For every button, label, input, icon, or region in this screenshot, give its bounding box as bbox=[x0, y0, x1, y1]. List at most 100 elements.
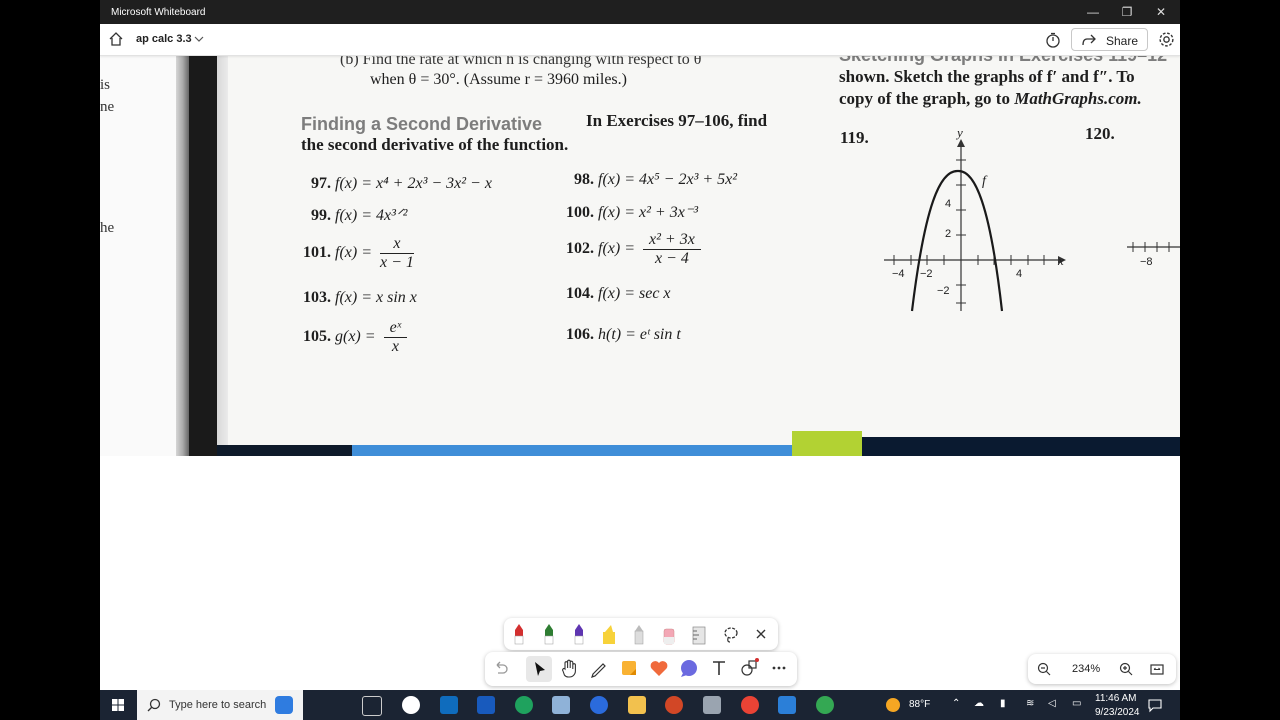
exercise-number: 102. bbox=[566, 240, 594, 258]
home-icon[interactable] bbox=[108, 31, 124, 47]
tick-label: −8 bbox=[1140, 256, 1153, 268]
left-page-fragment: is bbox=[100, 77, 111, 93]
shapes-icon[interactable] bbox=[738, 657, 760, 679]
taskbar-search-box[interactable]: Type here to search bbox=[137, 690, 303, 720]
exercise-105-lhs: g(x) = bbox=[335, 328, 376, 346]
reactions-heart-icon[interactable] bbox=[648, 657, 670, 679]
weather-sun-icon[interactable] bbox=[886, 698, 900, 712]
clock-date[interactable]: 9/23/2024 bbox=[1095, 707, 1140, 718]
pen-icon[interactable] bbox=[588, 657, 610, 679]
curve-f bbox=[910, 169, 1004, 312]
volume-icon[interactable]: ◁ bbox=[1048, 698, 1056, 709]
close-window-icon[interactable]: ✕ bbox=[1150, 4, 1172, 20]
undo-icon[interactable] bbox=[489, 657, 511, 679]
powerpoint-icon[interactable] bbox=[665, 696, 683, 714]
tick-label: −2 bbox=[937, 285, 950, 297]
select-arrow-icon[interactable] bbox=[528, 658, 550, 680]
hand-pan-icon[interactable] bbox=[558, 657, 580, 679]
zoom-out-icon[interactable] bbox=[1036, 661, 1052, 677]
close-icon[interactable] bbox=[750, 623, 772, 645]
dark-strip bbox=[862, 437, 1180, 456]
fraction-numerator: eˣ bbox=[383, 319, 408, 338]
file-explorer-icon[interactable] bbox=[628, 696, 646, 714]
title-bar: Microsoft Whiteboard — ❐ ✕ bbox=[100, 0, 1180, 24]
whiteboard-app-window: Microsoft Whiteboard — ❐ ✕ ap calc 3.3 S… bbox=[100, 0, 1180, 690]
timer-icon[interactable] bbox=[1045, 32, 1061, 48]
tick-label: −4 bbox=[892, 268, 905, 280]
pen-tray bbox=[504, 618, 778, 650]
green-pen-icon[interactable] bbox=[538, 623, 560, 645]
chevron-up-icon[interactable]: ⌃ bbox=[952, 698, 960, 709]
onedrive-icon[interactable]: ☁ bbox=[974, 698, 984, 709]
wifi-icon[interactable]: ≋ bbox=[1026, 698, 1034, 709]
comment-icon[interactable] bbox=[678, 657, 700, 679]
weather-temperature[interactable]: 88°F bbox=[909, 699, 930, 710]
part-b-line1: (b) Find the rate at which h is changing… bbox=[340, 55, 702, 68]
search-placeholder: Type here to search bbox=[169, 699, 267, 711]
chrome-icon[interactable] bbox=[741, 696, 759, 714]
main-toolbar bbox=[485, 652, 797, 686]
exercise-119-number: 119. bbox=[840, 128, 869, 147]
word-icon[interactable] bbox=[477, 696, 495, 714]
notifications-icon[interactable] bbox=[1147, 697, 1163, 713]
edge-icon[interactable] bbox=[515, 696, 533, 714]
snipping-icon[interactable] bbox=[552, 696, 570, 714]
pencil-icon[interactable] bbox=[628, 623, 650, 645]
fraction-denominator: x − 4 bbox=[654, 250, 689, 267]
tick-label: 2 bbox=[945, 228, 951, 240]
outlook-icon[interactable] bbox=[440, 696, 458, 714]
app-icon[interactable] bbox=[703, 696, 721, 714]
fit-to-screen-icon[interactable] bbox=[1149, 661, 1165, 677]
chrome-profile-icon[interactable] bbox=[816, 696, 834, 714]
tick-label: −2 bbox=[920, 268, 933, 280]
minimize-icon[interactable]: — bbox=[1082, 4, 1104, 20]
whiteboard-taskbar-icon[interactable] bbox=[778, 696, 796, 714]
book-binding bbox=[176, 55, 190, 456]
exercise-101-lhs: f(x) = bbox=[335, 244, 372, 262]
share-button[interactable]: Share bbox=[1071, 28, 1148, 51]
lasso-icon[interactable] bbox=[720, 623, 742, 645]
pen-tray-icon[interactable]: ▮ bbox=[1000, 698, 1006, 709]
chevron-down-icon[interactable] bbox=[194, 34, 204, 44]
exercise-106: h(t) = eᵗ sin t bbox=[598, 326, 681, 343]
sticky-note-icon[interactable] bbox=[618, 657, 640, 679]
green-strip bbox=[792, 431, 862, 456]
company-portal-icon[interactable] bbox=[590, 696, 608, 714]
exercise-number: 104. bbox=[566, 285, 594, 302]
blue-strip bbox=[352, 445, 792, 456]
battery-icon[interactable]: ▭ bbox=[1072, 698, 1081, 709]
textbook-photo[interactable]: is ne he (b) Find the rate at which h is… bbox=[100, 55, 1180, 456]
zoom-level[interactable]: 234% bbox=[1072, 663, 1100, 675]
red-pen-icon[interactable] bbox=[508, 623, 530, 645]
exercise-98: f(x) = 4x⁵ − 2x³ + 5x² bbox=[598, 171, 738, 188]
gear-icon[interactable] bbox=[1158, 31, 1175, 48]
y-axis-label: y bbox=[955, 125, 963, 140]
maps-icon[interactable] bbox=[402, 696, 420, 714]
tick-label: 4 bbox=[1016, 268, 1022, 280]
photo-bottom-strip bbox=[217, 431, 1180, 456]
task-view-icon[interactable] bbox=[362, 696, 382, 716]
exercise-120-number: 120. bbox=[1085, 124, 1115, 143]
eraser-icon[interactable] bbox=[658, 623, 680, 645]
ruler-icon[interactable] bbox=[688, 623, 710, 645]
windows-start-icon[interactable] bbox=[112, 699, 124, 711]
section-heading: Finding a Second Derivative bbox=[301, 114, 543, 134]
exercise-99: f(x) = 4x³ᐟ² bbox=[335, 207, 408, 224]
board-name[interactable]: ap calc 3.3 bbox=[136, 33, 192, 45]
restore-icon[interactable]: ❐ bbox=[1116, 4, 1138, 20]
exercise-number: 97. bbox=[311, 175, 331, 192]
mathgraphs-link-text: MathGraphs.com. bbox=[1014, 89, 1142, 108]
purple-pen-icon[interactable] bbox=[568, 623, 590, 645]
board-header: ap calc 3.3 Share bbox=[100, 24, 1180, 56]
section-intro-2: the second derivative of the function. bbox=[301, 135, 569, 154]
exercise-103: f(x) = x sin x bbox=[335, 289, 417, 306]
clock-time[interactable]: 11:46 AM bbox=[1095, 693, 1137, 704]
more-options-icon[interactable] bbox=[768, 657, 790, 679]
highlighter-icon[interactable] bbox=[598, 623, 620, 645]
tick-label: 4 bbox=[945, 198, 951, 210]
search-highlight-icon bbox=[275, 696, 293, 714]
exercise-number: 103. bbox=[303, 289, 331, 306]
curve-label: f bbox=[982, 174, 988, 189]
text-icon[interactable] bbox=[708, 657, 730, 679]
zoom-in-icon[interactable] bbox=[1118, 661, 1134, 677]
